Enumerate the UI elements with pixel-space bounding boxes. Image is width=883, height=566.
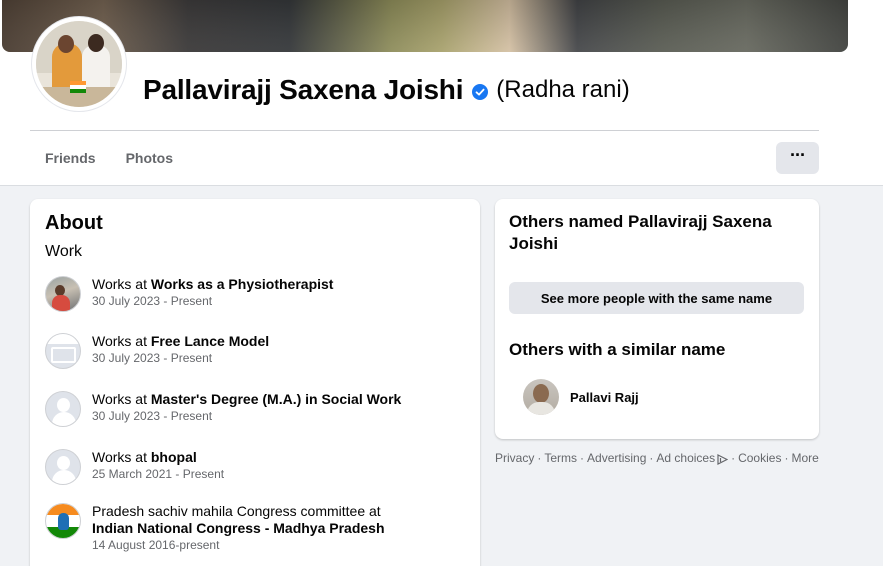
footer-separator: · [731, 451, 736, 465]
others-named-title: Others named Pallavirajj Saxena Joishi [509, 212, 772, 253]
silhouette-head [57, 398, 70, 412]
work-item-title: Works at bhopal [92, 449, 224, 466]
alternate-name: (Radha rani) [496, 76, 630, 103]
more-options-button[interactable]: ··· [776, 142, 819, 174]
photo-person-2-head [88, 34, 104, 52]
work-prefix: Works at [92, 449, 151, 465]
photo-flag [70, 81, 86, 93]
avatar-body [527, 402, 555, 415]
logo-hand [58, 513, 69, 530]
work-item-title: Pradesh sachiv mahila Congress committee… [92, 503, 422, 537]
work-prefix: Works at [92, 333, 151, 349]
profile-photo [36, 21, 122, 107]
ad-choices-icon[interactable] [717, 454, 729, 465]
work-date: 30 July 2023 - Present [92, 409, 213, 423]
silhouette-icon[interactable] [45, 449, 81, 485]
about-title: About [45, 212, 103, 234]
similar-names-title: Others with a similar name [509, 340, 726, 359]
photo-body-shape [52, 295, 70, 311]
work-item-title: Works at Works as a Physiotherapist [92, 276, 333, 293]
work-date: 30 July 2023 - Present [92, 351, 213, 365]
page-icon[interactable] [45, 333, 81, 369]
profile-name-row: Pallavirajj Saxena Joishi (Radha rani) [143, 74, 630, 106]
footer-link-more[interactable]: More [791, 451, 818, 465]
cover-overlay [2, 0, 848, 52]
work-item: Works at bhopal 25 March 2021 - Present [45, 449, 465, 485]
workplace-link[interactable]: Free Lance Model [151, 333, 269, 349]
work-item: Pradesh sachiv mahila Congress committee… [45, 503, 465, 553]
work-item-title: Works at Free Lance Model [92, 333, 269, 350]
work-prefix: Works at [92, 276, 151, 292]
work-item-text: Works at bhopal 25 March 2021 - Present [92, 449, 224, 482]
footer-separator: · [649, 451, 654, 465]
footer-separator: · [537, 451, 542, 465]
silhouette-body [52, 470, 76, 484]
silhouette-body [52, 412, 76, 426]
header-divider [30, 130, 819, 131]
similar-person-item[interactable]: Pallavi Rajj [523, 379, 639, 415]
profile-tabs: Friends Photos [30, 142, 188, 174]
workplace-link[interactable]: bhopal [151, 449, 197, 465]
photo-person-1-head [58, 35, 74, 53]
profile-picture[interactable] [32, 17, 126, 111]
workplace-link[interactable]: Works as a Physiotherapist [151, 276, 334, 292]
ellipsis-icon: ··· [790, 145, 806, 165]
avatar-head [533, 384, 549, 403]
work-item: Works at Free Lance Model 30 July 2023 -… [45, 333, 465, 369]
person-name[interactable]: Pallavi Rajj [570, 390, 639, 405]
footer-link-cookies[interactable]: Cookies [738, 451, 781, 465]
verified-badge-icon[interactable] [472, 84, 489, 100]
work-date: 30 July 2023 - Present [92, 294, 213, 308]
work-item: Works at Master's Degree (M.A.) in Socia… [45, 391, 465, 427]
footer-link-advertising[interactable]: Advertising [587, 451, 646, 465]
work-item-text: Works at Free Lance Model 30 July 2023 -… [92, 333, 269, 366]
cover-photo[interactable] [2, 0, 848, 52]
footer-link-terms[interactable]: Terms [544, 451, 577, 465]
silhouette-icon[interactable] [45, 391, 81, 427]
footer-links: Privacy · Terms · Advertising · Ad choic… [495, 451, 819, 465]
see-more-people-button[interactable]: See more people with the same name [509, 282, 804, 314]
workplace-link[interactable]: Master's Degree (M.A.) in Social Work [151, 391, 401, 407]
header-shadow [0, 185, 883, 186]
work-item-text: Pradesh sachiv mahila Congress committee… [92, 503, 422, 553]
footer-separator: · [580, 451, 585, 465]
silhouette-head [57, 456, 70, 470]
workplace-link[interactable]: Indian National Congress - Madhya Prades… [92, 520, 385, 536]
workplace-photo-icon[interactable] [45, 276, 81, 312]
work-prefix: Works at [92, 391, 151, 407]
footer-link-ad-choices[interactable]: Ad choices [656, 451, 715, 465]
footer-separator: · [784, 451, 789, 465]
work-date: 14 August 2016-present [92, 538, 220, 552]
work-item-text: Works at Master's Degree (M.A.) in Socia… [92, 391, 401, 424]
work-item-title: Works at Master's Degree (M.A.) in Socia… [92, 391, 401, 408]
about-card: About Work Works at Works as a Physiothe… [30, 199, 480, 566]
congress-logo-icon[interactable] [45, 503, 81, 539]
footer-link-privacy[interactable]: Privacy [495, 451, 534, 465]
work-item: Works at Works as a Physiotherapist 30 J… [45, 276, 465, 312]
page-icon-box [51, 347, 76, 363]
tab-friends[interactable]: Friends [30, 142, 111, 174]
work-date: 25 March 2021 - Present [92, 467, 225, 481]
page-icon-bar [46, 334, 80, 344]
profile-name: Pallavirajj Saxena Joishi [143, 74, 464, 105]
work-item-text: Works at Works as a Physiotherapist 30 J… [92, 276, 333, 309]
profile-header: Pallavirajj Saxena Joishi (Radha rani) F… [0, 0, 883, 186]
avatar[interactable] [523, 379, 559, 415]
work-section-title: Work [45, 243, 83, 260]
work-prefix: Pradesh sachiv mahila Congress committee… [92, 503, 381, 519]
others-named-card: Others named Pallavirajj Saxena Joishi S… [495, 199, 819, 439]
tab-photos[interactable]: Photos [111, 142, 188, 174]
